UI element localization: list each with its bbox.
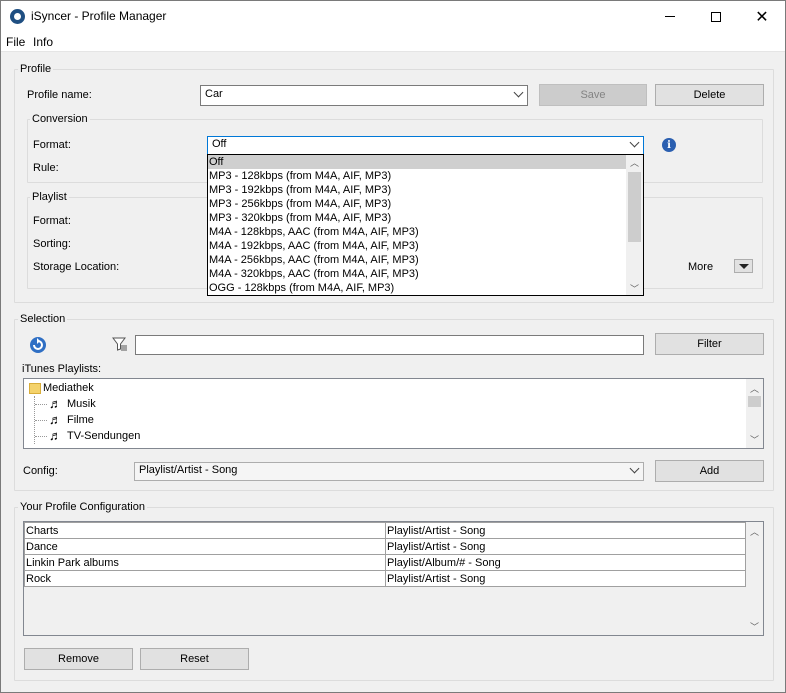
refresh-icon[interactable]: [29, 336, 47, 354]
profile-configuration-group-label: Your Profile Configuration: [18, 501, 147, 513]
save-button[interactable]: Save: [539, 84, 647, 106]
scroll-up-icon[interactable]: ︿: [626, 155, 643, 169]
menu-info[interactable]: Info: [33, 35, 53, 49]
profile-name-value: Car: [205, 88, 223, 100]
format-options: Off MP3 - 128kbps (from M4A, AIF, MP3) M…: [208, 155, 626, 295]
playlist-icon: ♬: [49, 428, 62, 443]
table-row[interactable]: Dance Playlist/Artist - Song: [24, 538, 746, 555]
config-value: Playlist/Artist - Song: [139, 464, 238, 476]
menu-file[interactable]: File: [6, 35, 25, 49]
title-bar: iSyncer - Profile Manager ✕: [1, 1, 785, 32]
tree-line: [35, 404, 47, 405]
storage-location-label: Storage Location:: [33, 261, 120, 273]
tree-items: Mediathek ♬ Musik ♬ Filme ♬ TV-Sendungen: [27, 380, 140, 444]
table-cell-playlist: Charts: [24, 522, 386, 539]
info-icon[interactable]: i: [662, 138, 676, 152]
selection-group-label: Selection: [18, 313, 68, 325]
conversion-format-label: Format:: [33, 139, 71, 151]
format-option[interactable]: M4A - 128kbps, AAC (from M4A, AIF, MP3): [208, 225, 626, 239]
scroll-up-icon[interactable]: ︿: [746, 524, 763, 538]
format-option[interactable]: M4A - 320kbps, AAC (from M4A, AIF, MP3): [208, 267, 626, 281]
table-cell-config: Playlist/Artist - Song: [385, 538, 746, 555]
menu-bar: File Info: [1, 32, 785, 52]
conversion-rule-label: Rule:: [33, 162, 59, 174]
dropdown-scrollbar[interactable]: ︿ ﹀: [626, 155, 643, 295]
chevron-down-icon: [629, 137, 640, 148]
filter-button[interactable]: Filter: [655, 333, 764, 355]
chevron-down-icon: [629, 463, 640, 474]
app-logo-icon: [10, 9, 25, 24]
config-combo[interactable]: Playlist/Artist - Song: [134, 462, 644, 481]
table-cell-playlist: Linkin Park albums: [24, 554, 386, 571]
scroll-thumb[interactable]: [748, 396, 761, 407]
conversion-group-label: Conversion: [30, 113, 90, 125]
table-cell-config: Playlist/Album/# - Song: [385, 554, 746, 571]
app-window: iSyncer - Profile Manager ✕ File Info Pr…: [0, 0, 786, 693]
window-title: iSyncer - Profile Manager: [31, 9, 167, 23]
table-cell-config: Playlist/Artist - Song: [385, 570, 746, 587]
filter-icon: [112, 336, 128, 352]
add-button[interactable]: Add: [655, 460, 764, 482]
format-option[interactable]: MP3 - 320kbps (from M4A, AIF, MP3): [208, 211, 626, 225]
scroll-down-icon[interactable]: ﹀: [626, 281, 643, 295]
delete-button[interactable]: Delete: [655, 84, 764, 106]
more-toggle-button[interactable]: [734, 259, 753, 273]
scroll-down-icon[interactable]: ﹀: [746, 432, 763, 446]
format-option[interactable]: M4A - 192kbps, AAC (from M4A, AIF, MP3): [208, 239, 626, 253]
table-row[interactable]: Rock Playlist/Artist - Song: [24, 570, 746, 587]
table-row[interactable]: Charts Playlist/Artist - Song: [24, 522, 746, 539]
table-row[interactable]: Linkin Park albums Playlist/Album/# - So…: [24, 554, 746, 571]
conversion-format-value: Off: [212, 138, 227, 150]
table-cell-config: Playlist/Artist - Song: [385, 522, 746, 539]
format-option[interactable]: MP3 - 192kbps (from M4A, AIF, MP3): [208, 183, 626, 197]
close-button[interactable]: ✕: [739, 1, 785, 32]
format-option[interactable]: OGG - 128kbps (from M4A, AIF, MP3): [208, 281, 626, 295]
format-option[interactable]: MP3 - 128kbps (from M4A, AIF, MP3): [208, 169, 626, 183]
playlist-format-label: Format:: [33, 215, 71, 227]
filter-input[interactable]: [135, 335, 644, 355]
scroll-thumb[interactable]: [628, 172, 641, 242]
conversion-format-combo[interactable]: Off: [207, 136, 644, 155]
tree-item-tv-sendungen[interactable]: ♬ TV-Sendungen: [27, 428, 140, 444]
tree-item-mediathek[interactable]: Mediathek: [27, 380, 140, 396]
triangle-down-icon: [738, 263, 749, 269]
format-option[interactable]: MP3 - 256kbps (from M4A, AIF, MP3): [208, 197, 626, 211]
folder-icon: [29, 383, 41, 394]
tree-scrollbar[interactable]: ︿ ﹀: [746, 379, 763, 448]
format-dropdown-list[interactable]: Off MP3 - 128kbps (from M4A, AIF, MP3) M…: [207, 154, 644, 296]
config-label: Config:: [23, 465, 58, 477]
scroll-down-icon[interactable]: ﹀: [746, 619, 763, 633]
minimize-button[interactable]: [647, 1, 693, 32]
more-label: More: [688, 261, 714, 273]
itunes-playlists-tree[interactable]: Mediathek ♬ Musik ♬ Filme ♬ TV-Sendungen…: [23, 378, 764, 449]
playlist-icon: ♬: [49, 396, 62, 411]
format-option[interactable]: M4A - 256kbps, AAC (from M4A, AIF, MP3): [208, 253, 626, 267]
scroll-up-icon[interactable]: ︿: [746, 381, 763, 395]
remove-button[interactable]: Remove: [24, 648, 133, 670]
profile-group-label: Profile: [18, 63, 54, 75]
table-cell-playlist: Rock: [24, 570, 386, 587]
maximize-button[interactable]: [693, 1, 739, 32]
itunes-playlists-label: iTunes Playlists:: [22, 363, 102, 375]
playlist-sorting-label: Sorting:: [33, 238, 71, 250]
tree-item-musik[interactable]: ♬ Musik: [27, 396, 140, 444]
tree-line: [35, 436, 47, 437]
format-option[interactable]: Off: [208, 155, 626, 169]
tree-line: [35, 420, 47, 421]
profile-configuration-list[interactable]: Charts Playlist/Artist - Song Dance Play…: [23, 521, 764, 636]
profile-name-label: Profile name:: [27, 89, 92, 101]
playlist-icon: ♬: [49, 412, 62, 427]
table-cell-playlist: Dance: [24, 538, 386, 555]
reset-button[interactable]: Reset: [140, 648, 249, 670]
chevron-down-icon: [513, 87, 524, 98]
close-icon: ✕: [755, 8, 769, 26]
configuration-scrollbar[interactable]: ︿ ﹀: [746, 522, 763, 635]
profile-name-combo[interactable]: Car: [200, 85, 528, 106]
tree-item-filme[interactable]: ♬ Filme: [27, 412, 140, 428]
playlist-group-label: Playlist: [30, 191, 69, 203]
profile-configuration-table: Charts Playlist/Artist - Song Dance Play…: [24, 522, 746, 587]
